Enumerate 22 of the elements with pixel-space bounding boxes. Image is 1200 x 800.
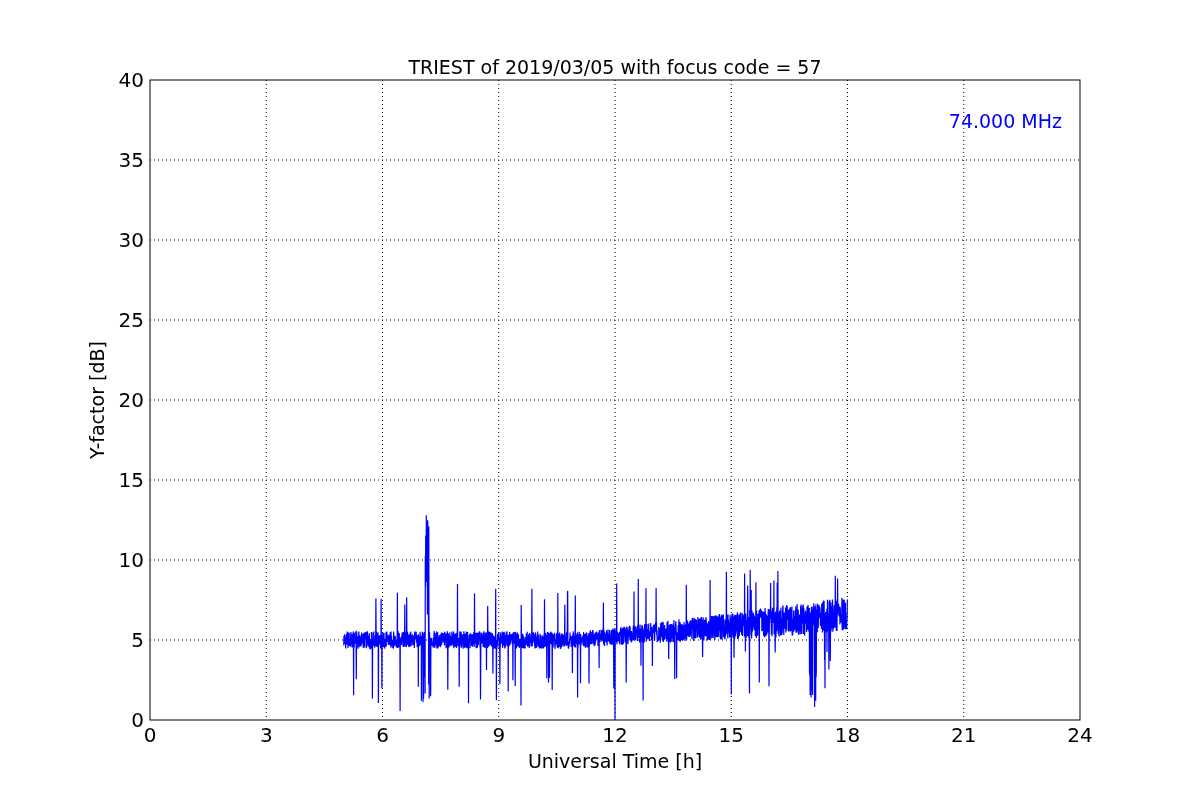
axis-tick-label: 6 (376, 723, 389, 747)
axis-tick-label: 21 (951, 723, 977, 747)
frequency-label: 74.000 MHz (948, 110, 1062, 132)
axis-tick-label: 15 (718, 723, 744, 747)
axis-tick-label: 18 (834, 723, 861, 747)
axis-tick-label: 12 (602, 723, 628, 747)
axis-tick-label: 20 (118, 388, 144, 412)
axis-tick-label: 35 (118, 148, 144, 172)
axis-tick-label: 30 (118, 228, 144, 252)
axis-tick-label: 15 (118, 468, 144, 492)
axis-tick-label: 40 (118, 68, 144, 92)
axis-tick-label: 0 (143, 723, 157, 747)
axis-tick-label: 10 (118, 548, 144, 572)
axis-tick-label: 5 (131, 628, 144, 652)
chart-title: TRIEST of 2019/03/05 with focus code = 57 (408, 56, 822, 78)
axis-tick-label: 0 (131, 708, 144, 732)
axis-label: Y-factor [dB] (86, 341, 108, 459)
axis-tick-label: 9 (492, 723, 506, 747)
axis-label: Universal Time [h] (527, 750, 703, 772)
axis-tick-label: 24 (1067, 723, 1093, 747)
axis-tick-label: 3 (259, 723, 273, 747)
axis-tick-label: 25 (118, 308, 144, 332)
